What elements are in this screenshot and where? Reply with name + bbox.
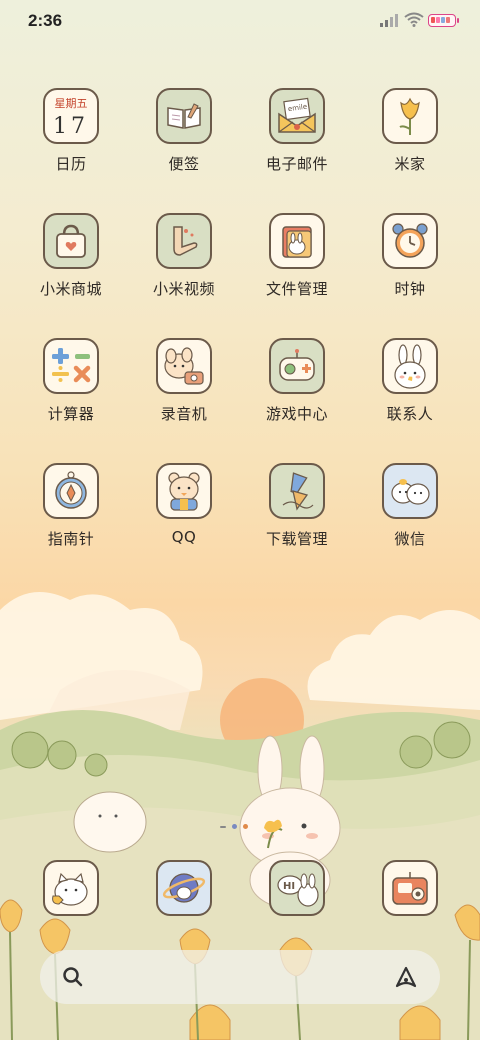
dock-messages[interactable]: HI xyxy=(247,860,347,916)
hi-bubble-icon: HI xyxy=(269,860,325,916)
app-label: 文件管理 xyxy=(265,280,328,298)
app-label: 电子邮件 xyxy=(265,155,328,173)
app-file-manager[interactable]: 文件管理 xyxy=(247,213,347,299)
app-mi-store[interactable]: 小米商城 xyxy=(21,213,121,299)
status-time: 2:36 xyxy=(28,11,63,30)
app-label: 米家 xyxy=(394,155,426,173)
calendar-day: 17 xyxy=(53,114,89,139)
app-label: 微信 xyxy=(394,530,426,548)
bunny-icon xyxy=(382,338,438,394)
page-indicator[interactable] xyxy=(220,824,248,829)
app-wechat[interactable]: 微信 xyxy=(360,463,460,549)
compass-icon xyxy=(43,463,99,519)
app-label: 计算器 xyxy=(47,405,95,423)
bunny-recorder-icon xyxy=(156,338,212,394)
app-recorder[interactable]: 录音机 xyxy=(134,338,234,424)
page-dot-active xyxy=(243,824,248,829)
tulip-icon xyxy=(382,88,438,144)
app-label: 录音机 xyxy=(160,405,208,423)
battery-icon xyxy=(428,14,459,27)
app-label: 时钟 xyxy=(394,280,426,298)
wifi-icon xyxy=(404,12,424,27)
dock-camera[interactable] xyxy=(360,860,460,916)
notebook-icon xyxy=(156,88,212,144)
app-contacts[interactable]: 联系人 xyxy=(360,338,460,424)
app-label: 小米视频 xyxy=(152,280,215,298)
alarm-clock-icon xyxy=(382,213,438,269)
app-label: 游戏中心 xyxy=(265,405,328,423)
video-boomerang-icon xyxy=(156,213,212,269)
app-game-center[interactable]: 游戏中心 xyxy=(247,338,347,424)
app-mi-video[interactable]: 小米视频 xyxy=(134,213,234,299)
app-downloads[interactable]: 下载管理 xyxy=(247,463,347,549)
dock-phone[interactable] xyxy=(21,860,121,916)
page-dot xyxy=(220,825,226,828)
calculator-icon xyxy=(43,338,99,394)
page-dot xyxy=(232,824,237,829)
app-label: 下载管理 xyxy=(265,530,328,548)
search-bar[interactable] xyxy=(40,950,440,1004)
app-calculator[interactable]: 计算器 xyxy=(21,338,121,424)
signal-icon xyxy=(380,14,398,27)
app-calendar[interactable]: 星期五 17 日历 xyxy=(21,88,121,174)
app-email[interactable]: emile 电子邮件 xyxy=(247,88,347,174)
camera-icon xyxy=(382,860,438,916)
status-bar: 2:36 xyxy=(0,0,480,40)
app-label: 日历 xyxy=(55,155,87,173)
app-label: 小米商城 xyxy=(39,280,102,298)
calendar-weekday: 星期五 xyxy=(54,97,88,110)
gamepad-icon xyxy=(269,338,325,394)
app-label: 指南针 xyxy=(47,530,95,548)
folder-icon xyxy=(269,213,325,269)
bubble-text: HI xyxy=(283,881,295,892)
calendar-icon: 星期五 17 xyxy=(43,88,99,144)
app-label: QQ xyxy=(171,528,197,546)
bear-icon xyxy=(156,463,212,519)
app-compass[interactable]: 指南针 xyxy=(21,463,121,549)
shopping-bag-icon xyxy=(43,213,99,269)
app-label: 联系人 xyxy=(386,405,434,423)
search-icon xyxy=(63,967,83,987)
cat-phone-icon xyxy=(43,860,99,916)
fluffy-friends-icon xyxy=(382,463,438,519)
dock-browser[interactable] xyxy=(134,860,234,916)
envelope-icon: emile xyxy=(269,88,325,144)
app-qq[interactable]: QQ xyxy=(134,463,234,546)
planet-icon xyxy=(156,860,212,916)
app-notes[interactable]: 便签 xyxy=(134,88,234,174)
app-label: 便签 xyxy=(168,155,200,173)
app-clock[interactable]: 时钟 xyxy=(360,213,460,299)
ice-cream-download-icon xyxy=(269,463,325,519)
app-mijia[interactable]: 米家 xyxy=(360,88,460,174)
assistant-icon[interactable] xyxy=(394,966,418,988)
